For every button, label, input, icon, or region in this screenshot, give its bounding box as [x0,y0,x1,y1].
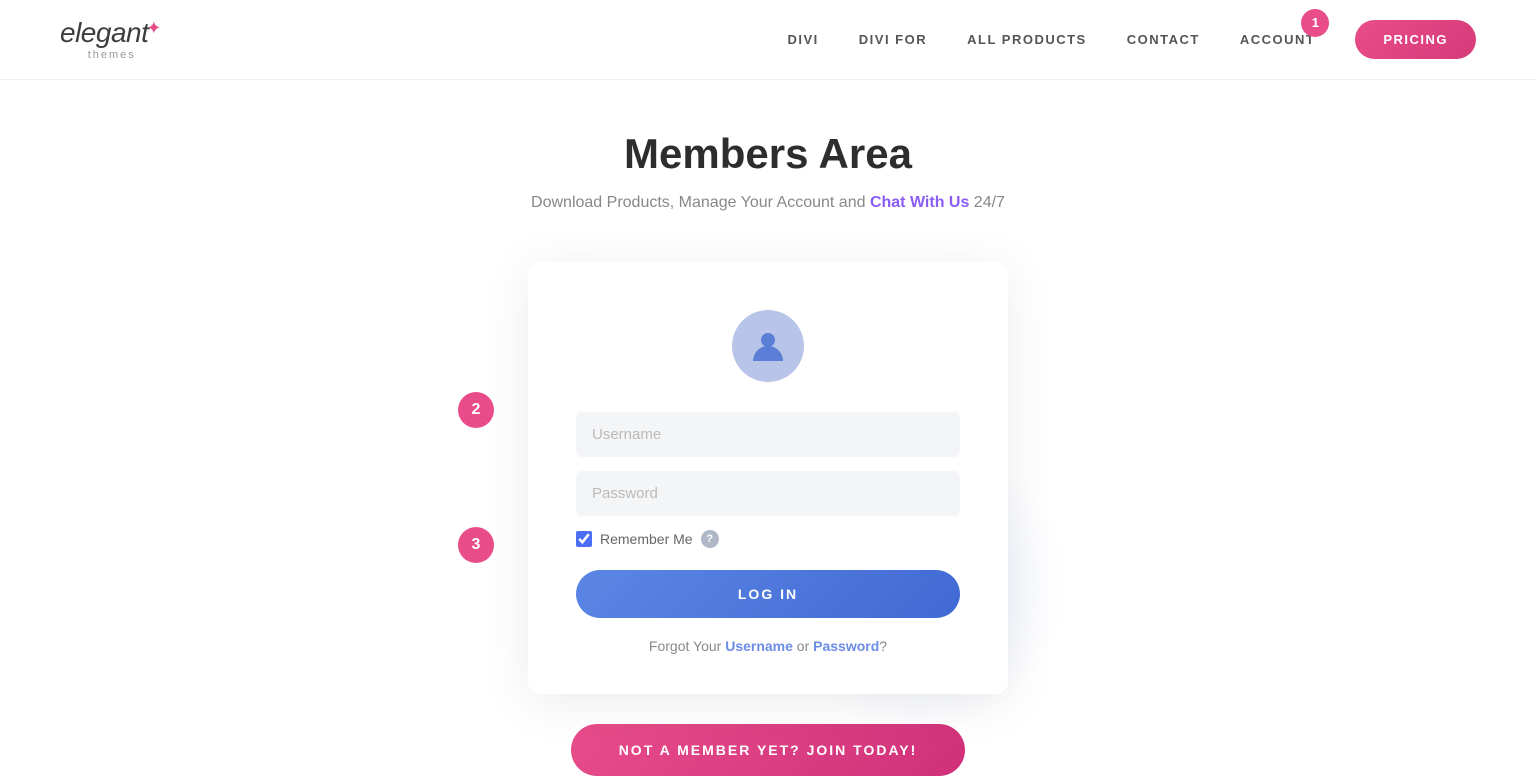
annotation-badge-3: 3 [458,527,494,563]
page-subtitle: Download Products, Manage Your Account a… [531,194,1005,212]
remember-me-label: Remember Me [600,531,693,547]
remember-me-row: Remember Me ? [576,530,960,548]
login-button[interactable]: LOG IN [576,570,960,618]
chat-link[interactable]: Chat With Us [870,194,969,211]
forgot-or: or [793,638,813,654]
forgot-password-link[interactable]: Password [813,638,879,654]
pricing-button[interactable]: PRICING [1355,20,1476,59]
page-title: Members Area [624,130,912,178]
login-card-wrapper: 2 3 Remember Me ? [528,262,1008,694]
nav-item-contact[interactable]: CONTACT [1127,32,1200,47]
nav-item-divi-for[interactable]: DIVI FOR [859,32,927,47]
main-nav: DIVI DIVI FOR ALL PRODUCTS CONTACT ACCOU… [787,20,1476,59]
user-avatar-icon [732,310,804,382]
forgot-username-link[interactable]: Username [725,638,793,654]
subtitle-before-text: Download Products, Manage Your Account a… [531,194,870,211]
logo-star-icon: ✦ [146,18,161,39]
subtitle-after-text: 24/7 [969,194,1005,211]
username-group [576,412,960,457]
remember-me-checkbox[interactable] [576,531,592,547]
password-group [576,471,960,516]
remember-help-icon[interactable]: ? [701,530,719,548]
nav-item-divi[interactable]: DIVI [787,32,818,47]
logo[interactable]: elegant ✦ themes [60,19,163,61]
logo-themes: themes [60,49,163,61]
forgot-prefix: Forgot Your [649,638,725,654]
password-input[interactable] [576,471,960,516]
forgot-end: ? [879,638,887,654]
nav-item-all-products[interactable]: ALL PRODUCTS [967,32,1087,47]
account-notification-badge: 1 [1301,9,1329,37]
logo-elegant: elegant [60,19,148,47]
annotation-badge-2: 2 [458,392,494,428]
username-input[interactable] [576,412,960,457]
forgot-text: Forgot Your Username or Password? [649,638,887,654]
login-card: Remember Me ? LOG IN Forgot Your Usernam… [528,262,1008,694]
nav-item-account[interactable]: ACCOUNT [1240,32,1316,47]
nav-account-wrapper: ACCOUNT 1 [1240,31,1316,49]
